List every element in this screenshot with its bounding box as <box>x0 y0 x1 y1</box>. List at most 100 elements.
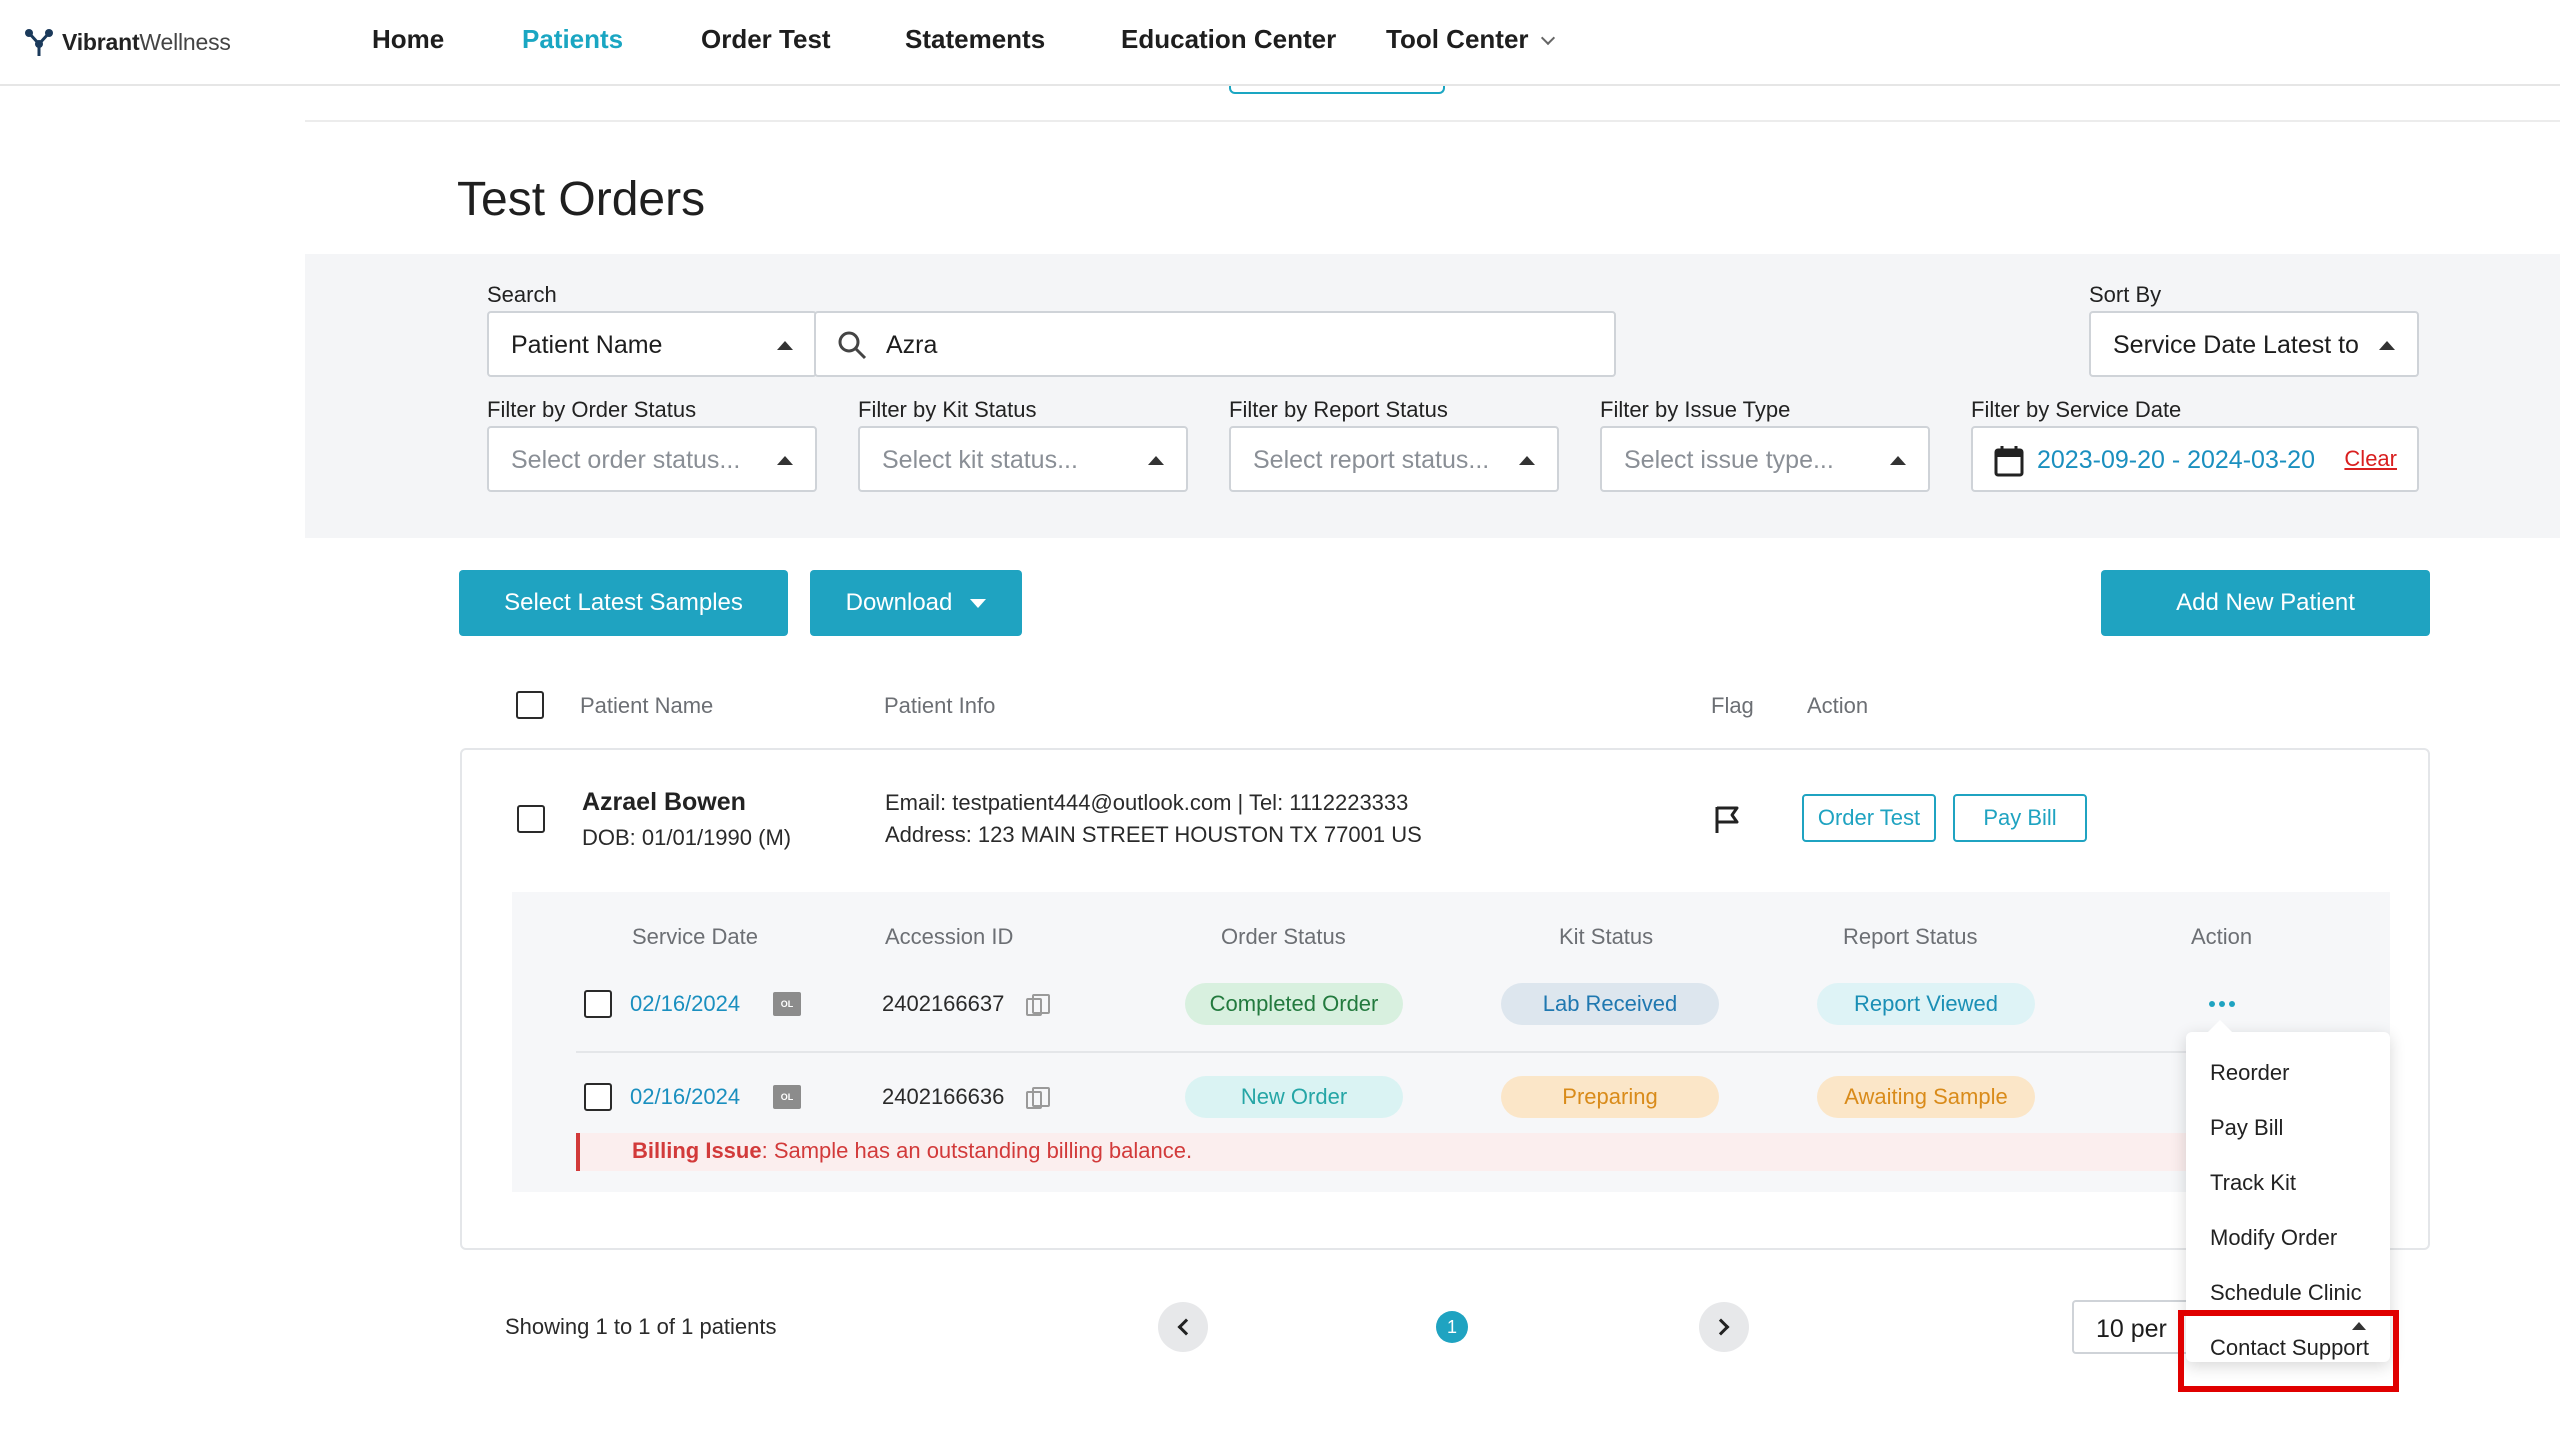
sample-service-date[interactable]: 02/16/2024 <box>630 1084 740 1110</box>
col-accession-id: Accession ID <box>885 924 1014 949</box>
order-status-select[interactable]: Select order status... <box>487 426 817 492</box>
issue-type-placeholder: Select issue type... <box>1624 446 1834 474</box>
download-button[interactable]: Download <box>810 570 1022 636</box>
menu-item-modify-order[interactable]: Modify Order <box>2210 1225 2337 1251</box>
service-date-range: 2023-09-20 - 2024-03-20 <box>2037 446 2315 474</box>
filters-panel <box>305 254 2560 538</box>
col-flag: Flag <box>1711 693 1754 718</box>
current-page[interactable]: 1 <box>1436 1311 1468 1343</box>
caret-up-icon <box>777 341 793 350</box>
sample-checkbox[interactable] <box>584 1083 612 1111</box>
search-label: Search <box>487 282 557 307</box>
report-status-label: Filter by Report Status <box>1229 397 1448 422</box>
sample-service-date[interactable]: 02/16/2024 <box>630 991 740 1017</box>
nav-tool-center[interactable]: Tool Center <box>1386 24 1555 55</box>
col-patient-info: Patient Info <box>884 693 996 718</box>
brand-name: VibrantWellness <box>62 28 231 55</box>
menu-item-schedule-clinic[interactable]: Schedule Clinic <box>2210 1280 2362 1306</box>
report-status-badge: Report Viewed <box>1817 983 2035 1025</box>
col-action: Action <box>1807 693 1869 718</box>
search-query: Azra <box>886 331 938 359</box>
sort-label: Sort By <box>2089 282 2162 307</box>
search-input[interactable]: Azra <box>814 311 1616 377</box>
col-service-date: Service Date <box>632 924 758 949</box>
report-status-placeholder: Select report status... <box>1253 446 1490 474</box>
sample-checkbox[interactable] <box>584 990 612 1018</box>
per-page-value: 10 per <box>2096 1315 2167 1343</box>
sort-value: Service Date Latest to O <box>2113 331 2363 359</box>
accession-id: 2402166636 <box>882 1084 1005 1109</box>
search-type-value: Patient Name <box>511 331 663 359</box>
menu-item-pay-bill[interactable]: Pay Bill <box>2210 1115 2283 1141</box>
nav-education-center[interactable]: Education Center <box>1121 24 1336 55</box>
patient-dob: DOB: 01/01/1990 (M) <box>582 825 792 850</box>
select-all-checkbox[interactable] <box>516 691 544 719</box>
nav-home[interactable]: Home <box>372 24 444 55</box>
top-navigation: VibrantWellness Home Patients Order Test… <box>0 0 2560 86</box>
kit-status-badge: Preparing <box>1501 1076 1719 1118</box>
service-date-picker[interactable]: 2023-09-20 - 2024-03-20 Clear <box>1971 426 2419 492</box>
col-patient-name: Patient Name <box>580 693 714 718</box>
kit-status-select[interactable]: Select kit status... <box>858 426 1188 492</box>
caret-up-icon <box>2379 341 2395 350</box>
chevron-right-icon <box>1712 1318 1730 1336</box>
caret-up-icon <box>1148 456 1164 465</box>
col-order-status: Order Status <box>1221 924 1346 949</box>
clear-date-link[interactable]: Clear <box>2344 446 2397 472</box>
nav-tool-center-label: Tool Center <box>1386 24 1529 54</box>
billing-issue-text: Billing Issue: Sample has an outstanding… <box>632 1138 1192 1164</box>
order-test-button[interactable]: Order Test <box>1802 794 1936 842</box>
page-title: Test Orders <box>457 173 706 226</box>
order-status-label: Filter by Order Status <box>487 397 697 422</box>
billing-issue-label: Billing Issue <box>632 1138 762 1163</box>
menu-item-track-kit[interactable]: Track Kit <box>2210 1170 2296 1196</box>
more-actions-icon[interactable] <box>2209 1001 2235 1007</box>
menu-item-reorder[interactable]: Reorder <box>2210 1060 2289 1086</box>
kit-status-label: Filter by Kit Status <box>858 397 1037 422</box>
report-status-badge: Awaiting Sample <box>1817 1076 2035 1118</box>
patient-name[interactable]: Azrael Bowen <box>582 788 746 817</box>
top-strip <box>305 86 2560 122</box>
nav-patients[interactable]: Patients <box>522 24 623 55</box>
sort-select[interactable]: Service Date Latest to O <box>2089 311 2419 377</box>
order-status-badge: New Order <box>1185 1076 1403 1118</box>
caret-up-icon <box>1890 456 1906 465</box>
flag-icon[interactable] <box>1713 805 1741 835</box>
issue-type-select[interactable]: Select issue type... <box>1600 426 1930 492</box>
chevron-left-icon <box>1177 1318 1195 1336</box>
contact-support-highlight <box>2178 1310 2399 1392</box>
search-type-select[interactable]: Patient Name <box>487 311 817 377</box>
ol-badge: OL <box>773 1085 801 1109</box>
col-kit-status: Kit Status <box>1559 924 1654 949</box>
report-status-select[interactable]: Select report status... <box>1229 426 1559 492</box>
patient-checkbox[interactable] <box>517 805 545 833</box>
add-new-patient-button[interactable]: Add New Patient <box>2101 570 2430 636</box>
caret-up-icon <box>777 456 793 465</box>
next-page-button[interactable] <box>1699 1302 1749 1352</box>
select-latest-samples-button[interactable]: Select Latest Samples <box>459 570 788 636</box>
search-icon <box>838 331 867 360</box>
logo-icon <box>25 29 53 56</box>
copy-icon[interactable] <box>1026 994 1050 1016</box>
order-status-badge: Completed Order <box>1185 983 1403 1025</box>
col-report-status: Report Status <box>1843 924 1978 949</box>
prev-page-button[interactable] <box>1158 1302 1208 1352</box>
copy-icon[interactable] <box>1026 1087 1050 1109</box>
accession-id: 2402166637 <box>882 991 1005 1016</box>
nav-statements[interactable]: Statements <box>905 24 1045 55</box>
order-status-placeholder: Select order status... <box>511 446 741 474</box>
kit-status-badge: Lab Received <box>1501 983 1719 1025</box>
kit-status-placeholder: Select kit status... <box>882 446 1078 474</box>
chevron-down-icon <box>1540 30 1555 46</box>
download-label: Download <box>845 589 953 616</box>
ol-badge: OL <box>773 992 801 1016</box>
vibrant-wellness-logo[interactable]: VibrantWellness <box>22 24 231 60</box>
sidebar <box>0 86 305 1440</box>
caret-up-icon <box>1519 456 1535 465</box>
nav-order-test[interactable]: Order Test <box>701 24 831 55</box>
row-divider <box>576 1051 2192 1053</box>
service-date-label: Filter by Service Date <box>1971 397 2182 422</box>
pay-bill-button[interactable]: Pay Bill <box>1953 794 2087 842</box>
patient-address: Address: 123 MAIN STREET HOUSTON TX 7700… <box>885 822 1422 847</box>
calendar-icon <box>1994 446 2024 477</box>
